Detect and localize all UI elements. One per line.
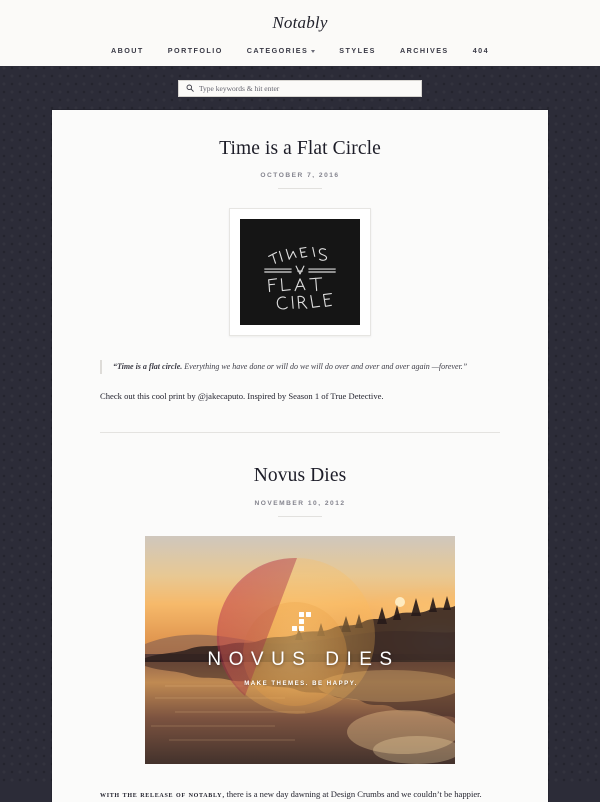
nav-item-about[interactable]: ABOUT [99, 44, 156, 57]
search-strip [0, 66, 600, 110]
post-article: Time is a Flat Circle OCTOBER 7, 2016 “T… [100, 138, 500, 403]
paragraph-rest: , there is a new day dawning at Design C… [222, 788, 482, 799]
post-article: Novus Dies NOVEMBER 10, 2012 NOVUS DIES … [100, 465, 500, 801]
site-title[interactable]: Notably [0, 14, 600, 31]
post-separator [100, 432, 500, 434]
nav-item-label: ARCHIVES [399, 46, 449, 55]
nav-item-categories[interactable]: CATEGORIES [235, 44, 328, 57]
search-icon [186, 84, 194, 92]
main-navigation: ABOUT PORTFOLIO CATEGORIES STYLES ARCHIV… [0, 44, 600, 57]
framed-print [240, 219, 360, 326]
date-divider [278, 188, 322, 190]
post-paragraph: Check out this cool print by @jakecaputo… [100, 390, 384, 401]
post-date: NOVEMBER 10, 2012 [254, 499, 346, 507]
nav-item-label: PORTFOLIO [167, 46, 223, 55]
post-title[interactable]: Novus Dies [100, 465, 500, 487]
nav-item-portfolio[interactable]: PORTFOLIO [156, 44, 235, 57]
nav-item-label: 404 [472, 46, 490, 55]
post-body: WITH THE RELEASE OF NOTABLY, there is a … [100, 788, 500, 802]
blockquote-text: “Time is a flat circle. Everything we ha… [113, 360, 500, 373]
post-title[interactable]: Time is a Flat Circle [100, 138, 500, 160]
search-box[interactable] [178, 79, 422, 97]
paragraph-lead: WITH THE RELEASE OF NOTABLY [100, 788, 223, 799]
search-input[interactable] [199, 83, 414, 93]
post-body: “Time is a flat circle. Everything we ha… [100, 360, 500, 403]
nav-item-label: CATEGORIES [246, 46, 309, 55]
sunset-lake-photo [145, 535, 455, 764]
chevron-down-icon [311, 50, 316, 53]
print-lettering [240, 219, 360, 325]
nav-item-label: ABOUT [110, 46, 144, 55]
post-featured-image[interactable] [229, 208, 371, 337]
post-paragraph: WITH THE RELEASE OF NOTABLY, there is a … [100, 788, 500, 802]
date-divider [278, 515, 322, 517]
post-featured-image[interactable]: NOVUS DIES MAKE THEMES. BE HAPPY. [145, 535, 455, 764]
nav-item-label: STYLES [339, 46, 376, 55]
blockquote-lead: “Time is a flat circle. [113, 362, 183, 372]
content-card: Time is a Flat Circle OCTOBER 7, 2016 “T… [52, 110, 548, 802]
time-is-a-flat-circle-artwork [264, 247, 336, 310]
post-date: OCTOBER 7, 2016 [260, 172, 340, 180]
nav-item-styles[interactable]: STYLES [327, 44, 388, 57]
blockquote-rest: Everything we have done or will do we wi… [182, 362, 468, 372]
post-blockquote: “Time is a flat circle. Everything we ha… [100, 360, 500, 374]
nav-item-archives[interactable]: ARCHIVES [388, 44, 461, 57]
nav-item-404[interactable]: 404 [461, 44, 501, 57]
site-header: Notably ABOUT PORTFOLIO CATEGORIES STYLE… [0, 0, 600, 66]
